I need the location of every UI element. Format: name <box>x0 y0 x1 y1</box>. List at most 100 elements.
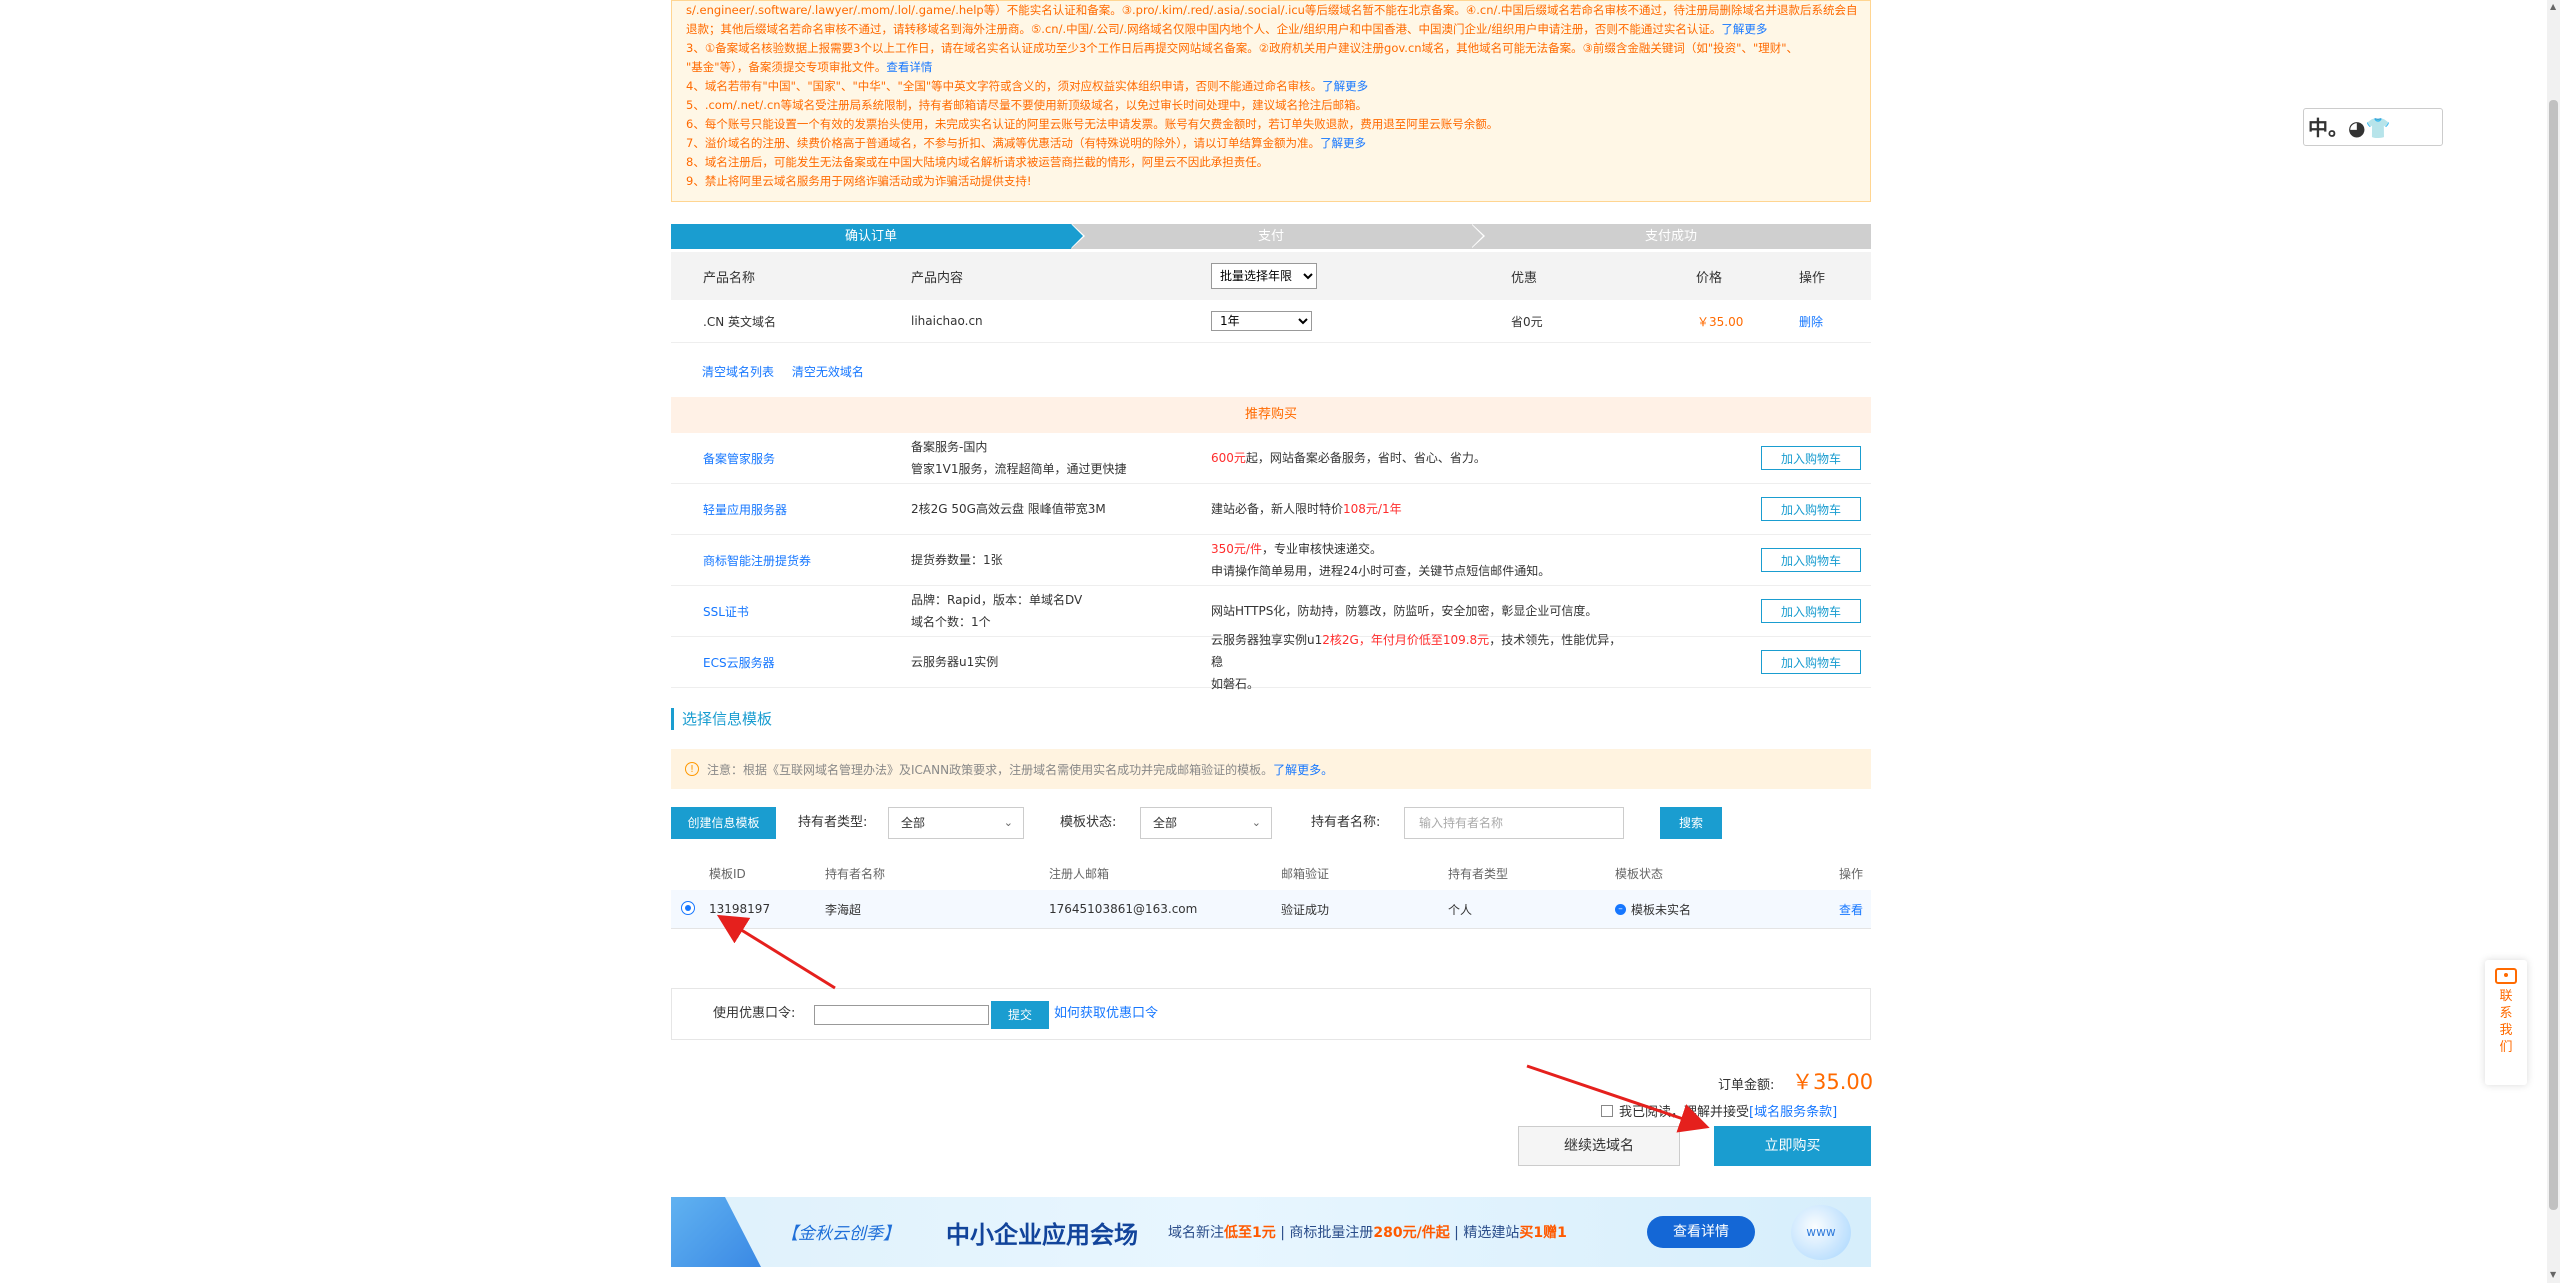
add-to-cart-button[interactable]: 加入购物车 <box>1761 650 1861 674</box>
holder-type-dropdown[interactable]: 全部 ⌄ <box>888 807 1024 839</box>
holder-type-label: 持有者类型: <box>798 815 868 830</box>
scrollbar-thumb[interactable] <box>2549 100 2558 1210</box>
notice-line: 4、域名若带有"中国"、"国家"、"中华"、"全国"等中英文字符或含义的，须对应… <box>686 79 1369 93</box>
notice-line: 5、.com/.net/.cn等域名受注册局系统限制，持有者邮箱请尽量不要使用新… <box>686 98 1368 112</box>
recommend-name[interactable]: ECS云服务器 <box>703 637 775 687</box>
col-holder-name: 持有者名称 <box>825 866 886 881</box>
order-total-value: ￥35.00 <box>1792 1070 1874 1094</box>
view-template-link[interactable]: 查看 <box>1839 890 1863 928</box>
template-status-dropdown[interactable]: 全部 ⌄ <box>1140 807 1272 839</box>
recommend-name[interactable]: 商标智能注册提货券 <box>703 535 811 585</box>
promo-banner[interactable]: 【金秋云创季】 中小企业应用会场 域名新注低至1元 | 商标批量注册280元/件… <box>671 1197 1871 1267</box>
step-payment-success: 支付成功 <box>1471 224 1871 249</box>
recommend-name[interactable]: 备案管家服务 <box>703 433 775 483</box>
learn-more-link[interactable]: 了解更多 <box>1721 22 1767 36</box>
col-email-verify: 邮箱验证 <box>1281 866 1330 881</box>
notice-line: 3、①备案域名核验数据上报需要3个以上工作日，请在域名实名认证成功至少3个工作日… <box>686 41 1799 55</box>
col-email: 注册人邮箱 <box>1049 866 1110 881</box>
order-row: .CN 英文域名 lihaichao.cn 1年 省0元 ￥35.00 删除 <box>671 300 1871 343</box>
product-content: lihaichao.cn <box>911 314 983 328</box>
notice-line: 8、域名注册后，可能发生无法备案或在中国大陆境内域名解析请求被运营商拦截的情形，… <box>686 155 1269 169</box>
recommend-desc: 600元起，网站备案必备服务，省时、省心、省力。 <box>1211 451 1486 465</box>
col-action: 操作 <box>1839 866 1864 881</box>
page-scrollbar[interactable]: ▲ ▼ <box>2547 0 2560 1283</box>
recommend-row: 商标智能注册提货券 提货券数量：1张 350元/件，专业审核快速递交。 申请操作… <box>671 535 1871 586</box>
col-template-status: 模板状态 <box>1615 866 1664 881</box>
checkout-steps: 确认订单 支付 支付成功 <box>671 224 1871 249</box>
learn-more-link[interactable]: 了解更多 <box>1322 79 1368 93</box>
product-price: ￥35.00 <box>1697 314 1744 329</box>
recommend-content: 云服务器u1实例 <box>911 655 999 669</box>
clear-domain-list-link[interactable]: 清空域名列表 <box>702 365 774 379</box>
coupon-box: 使用优惠口令: 提交 如何获取优惠口令 <box>671 988 1871 1040</box>
delete-link[interactable]: 删除 <box>1799 300 1823 342</box>
continue-selecting-button[interactable]: 继续选域名 <box>1518 1126 1680 1166</box>
add-to-cart-button[interactable]: 加入购物车 <box>1761 497 1861 521</box>
chevron-down-icon: ⌄ <box>1251 816 1261 829</box>
recommend-name[interactable]: SSL证书 <box>703 586 749 636</box>
coupon-label: 使用优惠口令: <box>713 1006 796 1021</box>
product-name: .CN 英文域名 <box>703 314 776 329</box>
clear-invalid-domains-link[interactable]: 清空无效域名 <box>792 365 864 379</box>
col-discount: 优惠 <box>1511 270 1538 286</box>
template-table-header: 模板ID 持有者名称 注册人邮箱 邮箱验证 持有者类型 模板状态 操作 <box>671 856 1871 891</box>
banner-title: 中小企业应用会场 <box>946 1221 1138 1249</box>
chevron-down-icon: ⌄ <box>1003 816 1013 829</box>
order-table-header: 产品名称 产品内容 批量选择年限 优惠 价格 操作 <box>671 252 1871 300</box>
buy-now-button[interactable]: 立即购买 <box>1714 1126 1871 1166</box>
template-radio[interactable] <box>681 901 695 915</box>
create-template-button[interactable]: 创建信息模板 <box>671 807 776 839</box>
contact-us-label: 联系我们 <box>2499 989 2513 1055</box>
notice-line: 7、溢价域名的注册、续费价格高于普通域名，不参与折扣、满减等优惠活动（有特殊说明… <box>686 136 1367 150</box>
minus-circle-icon: – <box>1615 903 1626 915</box>
coupon-submit-button[interactable]: 提交 <box>991 1001 1049 1029</box>
notice-line: "基金"等），备案须提交专项审批文件。查看详情 <box>686 60 933 74</box>
col-product-content: 产品内容 <box>911 270 964 286</box>
step-payment: 支付 <box>1071 224 1485 249</box>
recommend-name[interactable]: 轻量应用服务器 <box>703 484 787 534</box>
period-select[interactable]: 1年 <box>1211 311 1312 331</box>
recommend-row: ECS云服务器 云服务器u1实例 云服务器独享实例u12核2G，年付月价低至10… <box>671 633 1871 691</box>
notice-line: s/.engineer/.software/.lawyer/.mom/.lol/… <box>686 3 1856 17</box>
batch-period-select[interactable]: 批量选择年限 <box>1211 263 1317 289</box>
scroll-up-icon[interactable]: ▲ <box>2550 2 2556 11</box>
recommend-desc: 350元/件，专业审核快速递交。 申请操作简单易用，进程24小时可查，关键节点短… <box>1211 542 1551 578</box>
product-discount: 省0元 <box>1511 314 1543 329</box>
holder-type: 个人 <box>1448 902 1473 917</box>
template-row[interactable]: 13198197 李海超 17645103861@163.com 验证成功 个人… <box>671 890 1871 929</box>
notice-line: 6、每个账号只能设置一个有效的发票抬头使用，未完成实名认证的阿里云账号无法申请发… <box>686 117 1499 131</box>
col-price: 价格 <box>1696 270 1723 286</box>
ime-toolbar[interactable]: 中。◕👕 <box>2303 86 2450 152</box>
learn-more-link[interactable]: 了解更多 <box>1320 136 1366 150</box>
ime-box[interactable]: 中。◕👕 <box>2303 108 2443 146</box>
domain-terms-link[interactable]: [域名服务条款] <box>1749 1101 1837 1120</box>
agree-checkbox[interactable] <box>1601 1104 1613 1117</box>
banner-subtitle: 域名新注低至1元 | 商标批量注册280元/件起 | 精选建站买1赠1 <box>1168 1225 1567 1241</box>
recommend-content: 提货券数量：1张 <box>911 553 1003 567</box>
col-holder-type: 持有者类型 <box>1448 866 1509 881</box>
add-to-cart-button[interactable]: 加入购物车 <box>1761 548 1861 572</box>
template-filter: 创建信息模板 持有者类型: 全部 ⌄ 模板状态: 全部 ⌄ 持有者名称: 输入持有者… <box>671 806 1871 840</box>
notice-line: 退款；其他后缀域名若命名审核不通过，请转移域名到海外注册商。⑤.cn/.中国/.… <box>686 22 1768 36</box>
banner-view-detail-button[interactable]: 查看详情 <box>1647 1216 1755 1248</box>
add-to-cart-button[interactable]: 加入购物车 <box>1761 599 1861 623</box>
search-button[interactable]: 搜索 <box>1660 807 1722 839</box>
contact-us-widget[interactable]: 联系我们 <box>2485 960 2527 1085</box>
agree-terms: 我已阅读，理解并接受 [域名服务条款] <box>1601 1101 1837 1120</box>
holder-name-input[interactable]: 输入持有者名称 <box>1404 807 1624 839</box>
scroll-down-icon[interactable]: ▼ <box>2550 1270 2556 1279</box>
view-detail-link[interactable]: 查看详情 <box>886 60 932 74</box>
info-icon: ! <box>685 762 699 776</box>
order-total-label: 订单金额: <box>1718 1078 1775 1093</box>
coupon-input[interactable] <box>814 1005 989 1025</box>
learn-more-link[interactable]: 了解更多。 <box>1273 761 1333 778</box>
holder-name: 李海超 <box>825 902 862 917</box>
how-to-get-coupon-link[interactable]: 如何获取优惠口令 <box>1054 989 1158 1039</box>
chat-icon <box>2495 968 2517 984</box>
clear-links: 清空域名列表 清空无效域名 <box>702 363 878 380</box>
template-warning: ! 注意：根据《互联网域名管理办法》及ICANN政策要求，注册域名需使用实名成功… <box>671 749 1871 789</box>
add-to-cart-button[interactable]: 加入购物车 <box>1761 446 1861 470</box>
holder-email: 17645103861@163.com <box>1049 902 1198 916</box>
section-title: 选择信息模板 <box>671 708 772 730</box>
email-verify-status: 验证成功 <box>1281 902 1330 917</box>
